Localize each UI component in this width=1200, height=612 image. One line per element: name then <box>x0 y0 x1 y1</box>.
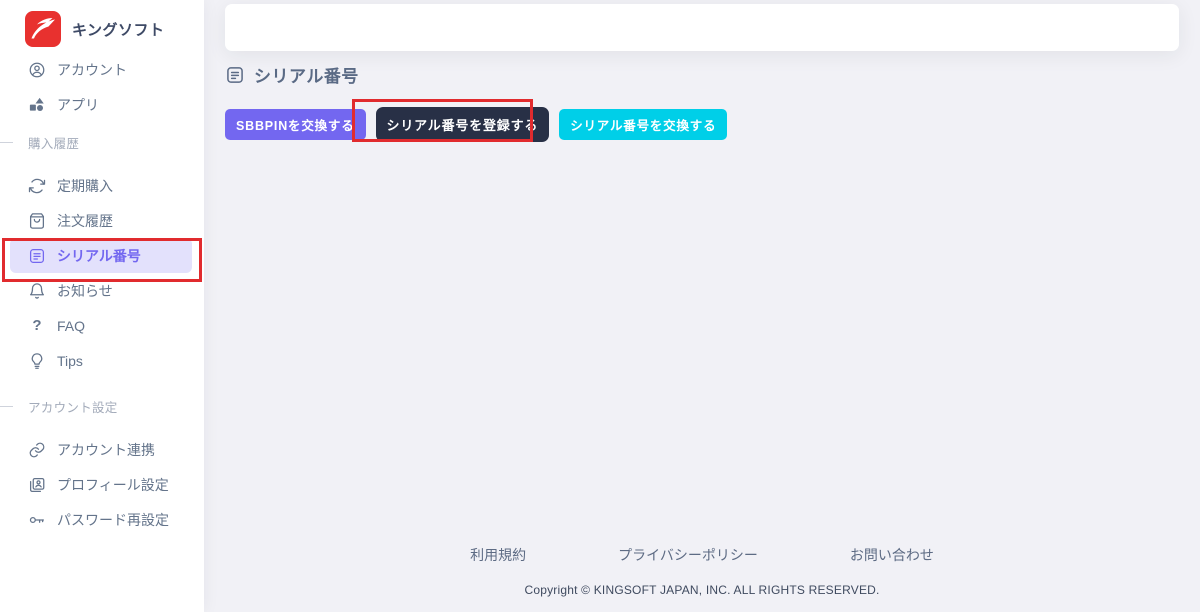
privacy-policy-link[interactable]: プライバシーポリシー <box>618 545 758 565</box>
sidebar-item-label: シリアル番号 <box>57 246 141 266</box>
main-area: シリアル番号 SBBPINを交換する シリアル番号を登録する シリアル番号を交換… <box>204 0 1200 612</box>
sidebar-section-purchase-history: 購入履歴 <box>0 132 204 152</box>
sidebar-item-password-reset[interactable]: パスワード再設定 <box>10 502 192 537</box>
sidebar-section-account-settings: アカウント設定 <box>0 396 204 416</box>
sidebar-item-subscriptions[interactable]: 定期購入 <box>10 168 192 203</box>
sidebar-item-notifications[interactable]: お知らせ <box>10 273 192 308</box>
sidebar-item-label: 注文履歴 <box>57 211 113 231</box>
sidebar-item-label: アプリ <box>57 95 99 115</box>
sidebar-item-label: アカウント連携 <box>57 440 155 460</box>
sidebar-item-label: FAQ <box>57 318 85 334</box>
serial-document-icon <box>225 65 245 85</box>
sidebar-item-account-linking[interactable]: アカウント連携 <box>10 432 192 467</box>
sidebar-item-label: お知らせ <box>57 281 113 301</box>
bell-icon <box>28 282 46 300</box>
lightbulb-icon <box>28 352 46 370</box>
top-navbar <box>225 4 1179 51</box>
contact-link[interactable]: お問い合わせ <box>850 545 934 565</box>
sidebar-item-apps[interactable]: アプリ <box>10 87 192 122</box>
kingsoft-logo-icon <box>25 11 61 47</box>
brand-logo[interactable]: キングソフト <box>0 0 204 58</box>
sidebar-item-label: Tips <box>57 353 83 369</box>
page-content: シリアル番号 SBBPINを交換する シリアル番号を登録する シリアル番号を交換… <box>225 62 1179 142</box>
sidebar-item-order-history[interactable]: 注文履歴 <box>10 203 192 238</box>
page-title-text: シリアル番号 <box>254 62 359 87</box>
sidebar-item-label: 定期購入 <box>57 176 113 196</box>
sidebar-item-profile-settings[interactable]: プロフィール設定 <box>10 467 192 502</box>
terms-of-use-link[interactable]: 利用規約 <box>470 545 526 565</box>
sidebar-item-faq[interactable]: ? FAQ <box>10 308 192 343</box>
profile-card-icon <box>28 476 46 494</box>
key-icon <box>28 511 46 529</box>
sidebar-item-serial-number[interactable]: シリアル番号 <box>10 238 192 273</box>
register-serial-number-button[interactable]: シリアル番号を登録する <box>376 107 550 142</box>
sync-icon <box>28 177 46 195</box>
exchange-serial-number-button[interactable]: シリアル番号を交換する <box>559 109 727 140</box>
copyright-text: Copyright © KINGSOFT JAPAN, INC. ALL RIG… <box>204 583 1200 597</box>
sidebar: キングソフト アカウント アプリ 購入履歴 <box>0 0 204 612</box>
shapes-icon <box>28 96 46 114</box>
brand-name: キングソフト <box>72 19 165 40</box>
sidebar-item-label: プロフィール設定 <box>57 475 169 495</box>
footer-links: 利用規約 プライバシーポリシー お問い合わせ <box>204 545 1200 565</box>
link-icon <box>28 441 46 459</box>
page-title: シリアル番号 <box>225 62 1179 87</box>
sidebar-menu: アカウント アプリ 購入履歴 定期購入 <box>0 52 204 537</box>
sidebar-item-label: パスワード再設定 <box>57 510 169 530</box>
serial-document-icon <box>28 247 46 265</box>
sidebar-item-tips[interactable]: Tips <box>10 343 192 378</box>
action-button-row: SBBPINを交換する シリアル番号を登録する シリアル番号を交換する <box>225 107 1179 142</box>
shopping-bag-icon <box>28 212 46 230</box>
sidebar-item-account[interactable]: アカウント <box>10 52 192 87</box>
user-circle-icon <box>28 61 46 79</box>
sidebar-item-label: アカウント <box>57 60 127 80</box>
question-icon: ? <box>28 317 46 335</box>
exchange-sbbpin-button[interactable]: SBBPINを交換する <box>225 109 366 140</box>
